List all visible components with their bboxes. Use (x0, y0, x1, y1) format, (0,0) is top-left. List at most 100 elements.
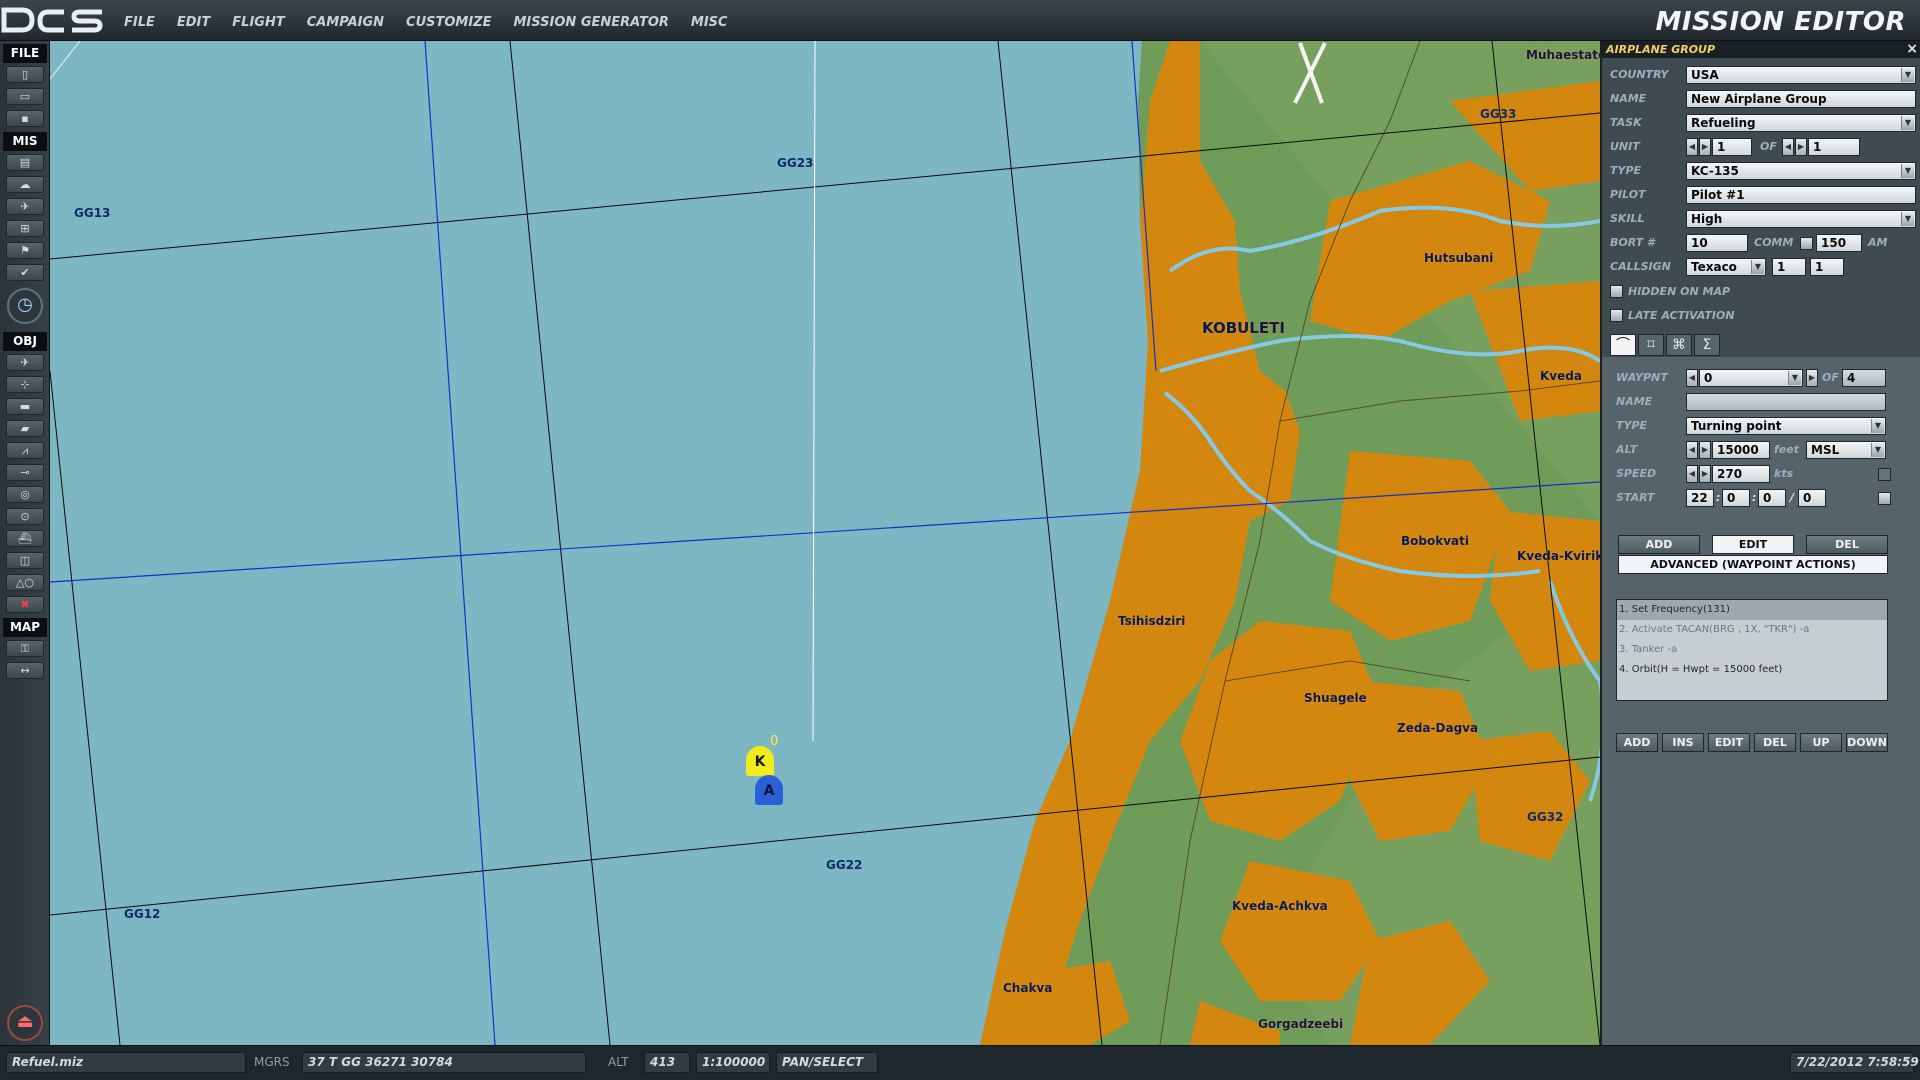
task-select[interactable]: Refueling ▼ (1686, 114, 1916, 132)
unit-of-increment-icon[interactable]: ▶ (1795, 138, 1807, 156)
list-item[interactable]: 1. Set Frequency(131) (1617, 600, 1887, 620)
group-template-icon[interactable]: ◫ (6, 552, 44, 569)
menu-flight[interactable]: FLIGHT (232, 0, 284, 41)
mission-clock-icon[interactable]: ◷ (7, 288, 43, 324)
start-minutes-input[interactable]: 0 (1722, 489, 1750, 507)
chevron-down-icon[interactable]: ▼ (1901, 164, 1914, 178)
route-icon[interactable]: ⌒ (1610, 334, 1636, 356)
tank-icon[interactable]: ▰ (6, 420, 44, 437)
start-day-input[interactable]: 0 (1798, 489, 1826, 507)
action-ins-button[interactable]: INS (1662, 733, 1704, 752)
triggers-icon[interactable]: ⚑ (6, 242, 44, 259)
callsign-number-2-input[interactable]: 1 (1810, 258, 1844, 276)
ground-vehicle-icon[interactable]: ▬ (6, 398, 44, 415)
waypoint-prev-icon[interactable]: ◀ (1686, 369, 1698, 387)
alt-decrement-icon[interactable]: ◀ (1686, 441, 1698, 459)
map-mode[interactable]: PAN/SELECT (776, 1052, 878, 1073)
waypoint-next-icon[interactable]: ▶ (1806, 369, 1818, 387)
pilot-name-input[interactable]: Pilot #1 (1686, 186, 1916, 204)
speed-input[interactable]: 270 (1712, 465, 1770, 483)
sum-icon[interactable]: Σ (1694, 334, 1720, 356)
chevron-down-icon[interactable]: ▼ (1901, 116, 1914, 130)
chevron-down-icon[interactable]: ▼ (1871, 443, 1884, 457)
waypoint-select[interactable]: 0 ▼ (1699, 369, 1803, 387)
bort-number-input[interactable]: 10 (1686, 234, 1748, 252)
menu-customize[interactable]: CUSTOMIZE (406, 0, 491, 41)
action-del-button[interactable]: DEL (1754, 733, 1796, 752)
unit-increment-icon[interactable]: ▶ (1699, 138, 1711, 156)
goals-icon[interactable]: ✔ (6, 264, 44, 281)
map-scale[interactable]: 1:100000 (696, 1052, 770, 1073)
waypoint-del-button[interactable]: DEL (1806, 535, 1888, 554)
advanced-waypoint-actions-button[interactable]: ADVANCED (WAYPOINT ACTIONS) (1618, 555, 1888, 574)
unit-count-input[interactable]: 1 (1712, 138, 1752, 156)
menu-misc[interactable]: MISC (691, 0, 728, 41)
tanker-unit-icon[interactable]: K (746, 746, 774, 776)
start-hours-input[interactable]: 22 (1686, 489, 1714, 507)
close-icon[interactable]: × (1906, 41, 1918, 58)
altitude-reference-select[interactable]: MSL ▼ (1806, 441, 1886, 459)
shapes-icon[interactable]: △○ (6, 574, 44, 591)
late-activation-checkbox[interactable] (1610, 309, 1623, 322)
country-select[interactable]: USA ▼ (1686, 66, 1916, 84)
target-icon[interactable]: ⌑ (1638, 334, 1664, 356)
list-item[interactable]: 3. Tanker -a (1617, 640, 1887, 660)
new-mission-icon[interactable]: ▯ (6, 66, 44, 83)
target-zone-icon[interactable]: ◎ (6, 486, 44, 503)
skill-select[interactable]: High ▼ (1686, 210, 1916, 228)
chevron-down-icon[interactable]: ▼ (1871, 419, 1884, 433)
unit-decrement-icon[interactable]: ◀ (1686, 138, 1698, 156)
waypoint-add-button[interactable]: ADD (1618, 535, 1700, 554)
speed-decrement-icon[interactable]: ◀ (1686, 465, 1698, 483)
menu-edit[interactable]: EDIT (177, 0, 210, 41)
start-seconds-input[interactable]: 0 (1758, 489, 1786, 507)
unit-of-decrement-icon[interactable]: ◀ (1782, 138, 1794, 156)
map-key-icon[interactable]: ⚿ (6, 640, 44, 657)
start-time-checkbox[interactable] (1878, 492, 1891, 505)
list-item[interactable]: 4. Orbit(H = Hwpt = 15000 feet) (1617, 660, 1887, 680)
open-mission-icon[interactable]: ▭ (6, 88, 44, 105)
callsign-number-1-input[interactable]: 1 (1772, 258, 1806, 276)
payload-icon[interactable]: ⌘ (1666, 334, 1692, 356)
action-add-button[interactable]: ADD (1616, 733, 1658, 752)
delete-icon[interactable]: ✖ (6, 596, 44, 613)
flight-route-icon[interactable]: ✈ (6, 198, 44, 215)
speed-lock-checkbox[interactable] (1878, 468, 1891, 481)
speed-increment-icon[interactable]: ▶ (1699, 465, 1711, 483)
briefing-icon[interactable]: ▤ (6, 154, 44, 171)
list-item[interactable]: 2. Activate TACAN(BRG , 1X, "TKR") -a (1617, 620, 1887, 640)
static-object-icon[interactable]: ⊸ (6, 464, 44, 481)
template-icon[interactable]: ⊙ (6, 508, 44, 525)
hidden-on-map-checkbox[interactable] (1610, 285, 1623, 298)
chevron-down-icon[interactable]: ▼ (1901, 212, 1914, 226)
helicopter-icon[interactable]: ⊹ (6, 376, 44, 393)
ruler-icon[interactable]: ↔ (6, 662, 44, 679)
awacs-unit-icon[interactable]: A (755, 775, 783, 805)
waypoint-edit-button[interactable]: EDIT (1712, 535, 1794, 554)
waypoint-actions-list[interactable]: 1. Set Frequency(131) 2. Activate TACAN(… (1616, 599, 1888, 701)
chevron-down-icon[interactable]: ▼ (1788, 371, 1801, 385)
menu-mission-generator[interactable]: MISSION GENERATOR (514, 0, 669, 41)
trigger-zone-icon[interactable]: ⊞ (6, 220, 44, 237)
map-view[interactable]: GG13 GG23 GG33 GG12 GG22 GG32 Muhaestate… (50, 41, 1600, 1045)
chevron-down-icon[interactable]: ▼ (1751, 260, 1764, 274)
waypoint-name-input[interactable] (1686, 393, 1886, 411)
group-name-input[interactable]: New Airplane Group (1686, 90, 1916, 108)
action-up-button[interactable]: UP (1800, 733, 1842, 752)
alt-increment-icon[interactable]: ▶ (1699, 441, 1711, 459)
save-mission-icon[interactable]: ▪ (6, 110, 44, 127)
airplane-icon[interactable]: ✈ (6, 354, 44, 371)
action-edit-button[interactable]: EDIT (1708, 733, 1750, 752)
menu-file[interactable]: FILE (124, 0, 155, 41)
weather-icon[interactable]: ☁ (6, 176, 44, 193)
aircraft-type-select[interactable]: KC-135 ▼ (1686, 162, 1916, 180)
action-down-button[interactable]: DOWN (1846, 733, 1888, 752)
callsign-select[interactable]: Texaco ▼ (1686, 258, 1766, 276)
chevron-down-icon[interactable]: ▼ (1901, 68, 1914, 82)
ship-icon[interactable]: ⩘ (6, 442, 44, 459)
unit-of-input[interactable]: 1 (1808, 138, 1860, 156)
comm-checkbox[interactable] (1800, 237, 1813, 250)
menu-campaign[interactable]: CAMPAIGN (307, 0, 384, 41)
waypoint-type-select[interactable]: Turning point ▼ (1686, 417, 1886, 435)
exit-icon[interactable]: ⏏ (7, 1005, 43, 1041)
